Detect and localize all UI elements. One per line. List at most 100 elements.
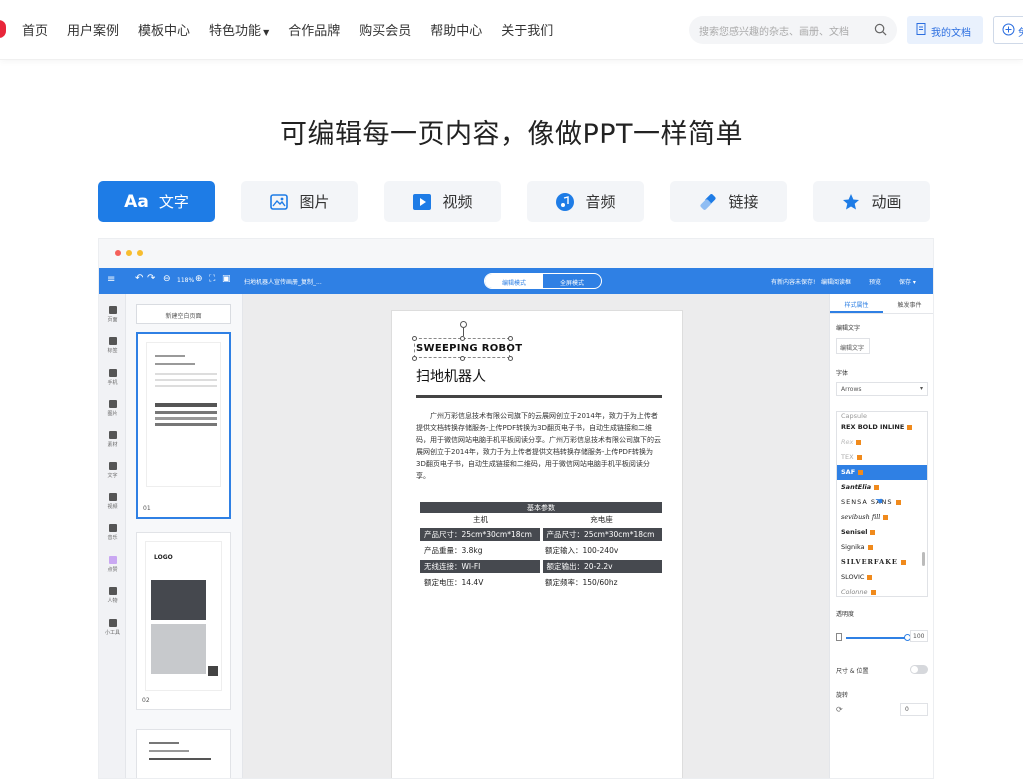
editing-canvas: SWEEPING ROBOT 扫地机器人 广州万彩信息技术有限公司旗下的云展网创… <box>243 294 829 778</box>
font-option[interactable]: REX BOLD INLINE <box>837 420 927 435</box>
tool-text[interactable]: 文字 <box>99 462 126 479</box>
opacity-slider-track[interactable] <box>846 637 906 639</box>
fullscreen-mode-button[interactable]: 全屏模式 <box>543 274 601 288</box>
zoom-in-icon[interactable]: ⊕ <box>195 274 203 284</box>
tool-people[interactable]: 人物 <box>99 587 126 604</box>
mode-switch: 编辑模式 全屏模式 <box>484 273 602 289</box>
vip-badge-icon <box>870 529 876 535</box>
picture-icon <box>108 400 117 408</box>
undo-icon[interactable]: ↶ <box>135 273 143 284</box>
tab-video[interactable]: 视频 <box>384 181 501 222</box>
tab-style-properties[interactable]: 样式属性 <box>830 294 883 313</box>
size-position-toggle[interactable] <box>910 665 928 674</box>
intro-paragraph[interactable]: 广州万彩信息技术有限公司旗下的云展网创立于2014年，致力于为上传者提供文档转换… <box>416 410 662 482</box>
search-icon[interactable] <box>874 23 887 36</box>
font-option-name: Colonne <box>841 588 868 596</box>
tab-audio[interactable]: 音频 <box>527 181 644 222</box>
tab-text[interactable]: Aa 文字 <box>98 181 215 222</box>
tool-images[interactable]: 图片 <box>99 400 126 417</box>
rotate-value-input[interactable]: 0 <box>900 703 928 716</box>
tab-image[interactable]: 图片 <box>241 181 358 222</box>
opacity-value-input[interactable]: 100 <box>910 630 928 642</box>
nav-link-membership[interactable]: 购买会员 <box>359 20 411 39</box>
redo-icon[interactable]: ↷ <box>147 273 155 284</box>
tool-phone[interactable]: 手机 <box>99 369 126 386</box>
font-option[interactable]: sevibush fill <box>837 510 927 525</box>
edit-mode-button[interactable]: 编辑模式 <box>485 274 543 288</box>
page-thumbnail-1[interactable]: 01 <box>136 332 231 519</box>
font-option[interactable]: Rex <box>837 435 927 450</box>
nav-link-about[interactable]: 关于我们 <box>501 20 553 39</box>
dropdown-scrollbar[interactable] <box>922 552 925 566</box>
font-option-selected[interactable]: SAF <box>837 465 927 480</box>
new-blank-page-button[interactable]: 新建空白页面 <box>136 304 231 324</box>
music-icon <box>108 524 117 532</box>
brand-logo[interactable] <box>0 20 6 38</box>
nav-link-home[interactable]: 首页 <box>22 20 48 39</box>
video-icon <box>412 192 432 212</box>
thumb-line <box>149 758 211 760</box>
font-select[interactable]: Arrows ▾ <box>836 382 928 396</box>
font-option[interactable]: SLOVIC <box>837 570 927 585</box>
font-option[interactable]: SantElia <box>837 480 927 495</box>
chinese-title[interactable]: 扫地机器人 <box>416 366 486 386</box>
tool-video[interactable]: 视频 <box>99 493 126 510</box>
font-option[interactable]: Capsule <box>837 412 927 420</box>
resize-handle[interactable] <box>508 356 513 361</box>
menu-icon[interactable]: ≡ <box>107 274 115 285</box>
vip-badge-icon <box>874 484 880 490</box>
grid-icon[interactable]: ▣ <box>222 274 231 284</box>
plus-circle-icon <box>1002 23 1015 36</box>
spec-table[interactable]: 基本参数 主机 充电座 产品尺寸：25cm*30cm*18cm 产品尺寸：25cm… <box>420 502 662 589</box>
tool-like[interactable]: 点赞 <box>99 556 126 573</box>
nav-link-cases[interactable]: 用户案例 <box>67 20 119 39</box>
font-option[interactable]: SENSA SANS ☚ <box>837 495 927 510</box>
font-dropdown-list[interactable]: Capsule REX BOLD INLINE Rex TEX SAF Sant… <box>836 411 928 597</box>
tab-trigger-events[interactable]: 触发事件 <box>883 294 933 313</box>
tab-animation[interactable]: 动画 <box>813 181 930 222</box>
preview-button[interactable]: 预览 <box>869 277 881 286</box>
tool-pages[interactable]: 页面 <box>99 306 126 323</box>
resize-handle[interactable] <box>460 336 465 341</box>
nav-link-brands[interactable]: 合作品牌 <box>288 20 340 39</box>
nav-link-templates[interactable]: 模板中心 <box>138 20 190 39</box>
fit-screen-icon[interactable]: ⛶ <box>209 274 215 284</box>
create-button[interactable]: 免 <box>993 16 1023 44</box>
page-thumbnail-3[interactable] <box>136 729 231 778</box>
font-option-name: Rex <box>841 438 854 446</box>
vip-badge-icon <box>867 544 873 550</box>
nav-link-help[interactable]: 帮助中心 <box>430 20 482 39</box>
resize-handle[interactable] <box>412 356 417 361</box>
tool-music[interactable]: 音乐 <box>99 524 126 541</box>
rotate-handle[interactable] <box>460 321 467 328</box>
tool-images-label: 图片 <box>107 411 118 417</box>
search-input[interactable]: 搜索您感兴趣的杂志、画册、文档 <box>689 16 897 44</box>
nav-link-features[interactable]: 特色功能 ▼ <box>209 20 269 39</box>
my-documents-button[interactable]: 我的文档 <box>907 16 983 44</box>
font-option[interactable]: Signika <box>837 540 927 555</box>
thumb-qr <box>208 666 218 676</box>
tool-widgets[interactable]: 小工具 <box>99 619 126 636</box>
font-option[interactable]: Senisel <box>837 525 927 540</box>
thumbnail-2-preview: LOGO <box>145 541 222 691</box>
zoom-out-icon[interactable]: ⊖ <box>163 274 171 284</box>
tool-assets[interactable]: 素材 <box>99 431 126 448</box>
selected-title-text[interactable]: SWEEPING ROBOT <box>416 343 522 354</box>
save-button[interactable]: 保存 ▾ <box>899 277 916 286</box>
document-title[interactable]: 扫地机器人宣传画册_复制_... <box>244 277 322 286</box>
edit-text-button[interactable]: 编辑文字 <box>836 338 870 354</box>
thumb-line <box>155 355 185 357</box>
feature-tabs: Aa 文字 图片 视频 音频 链接 动画 <box>98 181 930 222</box>
resize-handle[interactable] <box>460 356 465 361</box>
font-option-name: SantElia <box>841 483 872 491</box>
font-option[interactable]: TEX <box>837 450 927 465</box>
font-option[interactable]: SILVERFAKE <box>837 555 927 570</box>
page-thumbnail-2[interactable]: LOGO 02 <box>136 532 231 710</box>
tool-tags[interactable]: 标签 <box>99 337 126 354</box>
resize-handle[interactable] <box>508 336 513 341</box>
font-option[interactable]: Colonne <box>837 585 927 596</box>
tab-link[interactable]: 链接 <box>670 181 787 222</box>
resize-handle[interactable] <box>412 336 417 341</box>
minimize-dot <box>126 250 132 256</box>
save-draft-button[interactable]: 编辑阅读框 <box>821 277 851 286</box>
